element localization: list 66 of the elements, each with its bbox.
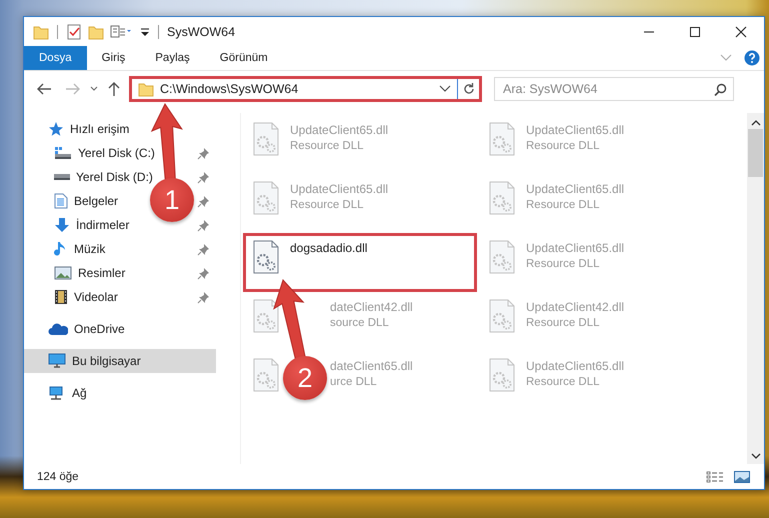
star-icon [48,121,64,137]
up-arrow-icon[interactable] [107,81,121,97]
properties-icon[interactable] [110,24,132,40]
nav-item[interactable]: Videolar [74,290,118,304]
item-count: 124 öğe [37,470,79,482]
close-icon[interactable] [735,26,747,38]
file-type: Resource DLL [526,258,601,270]
recent-caret-icon[interactable] [89,85,99,93]
nav-item[interactable]: Yerel Disk (D:) [76,170,153,184]
dll-file-icon [488,122,516,156]
file-type: Resource DLL [526,376,601,388]
file-type: urce DLL [330,376,378,388]
cloud-icon [48,322,68,336]
details-view-icon[interactable] [706,470,724,482]
drive-icon [54,146,72,160]
dropdown-caret-icon[interactable] [439,85,451,93]
refresh-icon[interactable] [462,83,474,95]
scroll-down-icon[interactable] [750,452,760,460]
large-icons-view-icon[interactable] [734,470,750,482]
scrollbar-thumb[interactable] [748,129,763,177]
file-name[interactable]: dogsadadio.dll [290,241,368,255]
down-arrow-icon [54,217,70,233]
customize-caret-icon[interactable] [140,26,150,38]
nav-item[interactable]: İndirmeler [76,218,130,232]
nav-item[interactable]: Ağ [72,386,87,400]
ribbon-tab[interactable]: Giriş [86,46,140,70]
file-type: Resource DLL [526,140,601,152]
music-note-icon [54,241,68,257]
dll-file-icon [252,122,280,156]
file-type: Resource DLL [290,140,365,152]
checklist-icon[interactable] [66,24,82,40]
ribbon-tab[interactable]: Görünüm [204,46,283,70]
dll-file-icon [488,181,516,215]
nav-item[interactable]: Hızlı erişim [70,122,130,136]
help-icon[interactable] [744,50,760,66]
file-type: Resource DLL [526,317,601,329]
drive-icon [54,174,70,180]
nav-item[interactable]: Müzik [74,242,106,256]
film-icon [54,289,68,305]
dll-file-icon [252,299,280,333]
nav-item[interactable]: Yerel Disk (C:) [78,146,155,160]
address-field[interactable]: C:\Windows\SysWOW64 [129,76,482,102]
folder-icon [138,81,154,97]
maximize-icon[interactable] [689,26,701,38]
dll-file-icon [252,358,280,392]
dll-file-icon [252,240,280,274]
document-icon [54,193,68,209]
dll-file-icon [488,240,516,274]
file-type: Resource DLL [290,199,365,211]
nav-item[interactable]: Belgeler [74,194,118,208]
nav-item[interactable]: Bu bilgisayar [72,354,141,368]
file-type: Resource DLL [526,199,601,211]
window-title: SysWOW64 [167,24,236,38]
search-field[interactable]: Ara: SysWOW64 [494,77,734,101]
dll-file-icon [488,299,516,333]
ribbon-tab[interactable]: Dosya [24,46,87,70]
monitor-icon [48,353,66,369]
dll-file-icon [488,358,516,392]
dll-file-icon [252,181,280,215]
scroll-up-icon[interactable] [750,119,760,127]
ribbon-tab[interactable]: Paylaş [140,46,205,70]
file-type: source DLL [330,317,390,329]
back-arrow-icon[interactable] [36,82,52,96]
nav-item[interactable]: Resimler [78,266,126,280]
nav-item[interactable]: OneDrive [74,322,125,336]
picture-icon [54,266,72,280]
